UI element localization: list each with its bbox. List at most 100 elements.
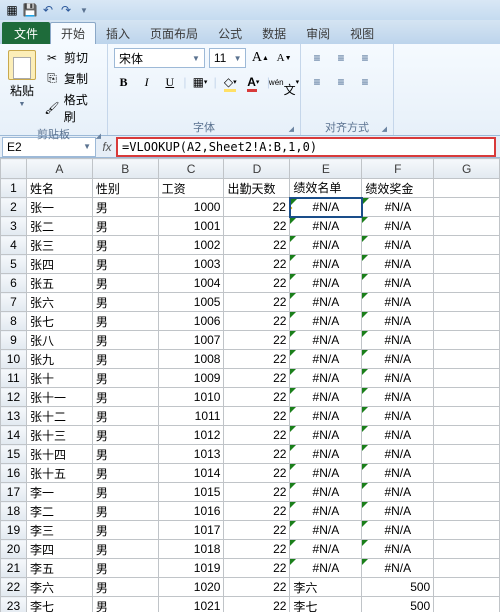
cell[interactable]: #N/A [362, 293, 434, 312]
cell[interactable]: 1001 [158, 217, 224, 236]
cell[interactable]: 男 [92, 445, 158, 464]
cell[interactable]: 男 [92, 255, 158, 274]
fill-color-button[interactable]: ◇▾ [221, 72, 240, 92]
cell[interactable]: #N/A [290, 293, 362, 312]
cell[interactable] [434, 236, 500, 255]
align-bottom-button[interactable]: ≡ [355, 48, 375, 68]
cell[interactable]: #N/A [290, 426, 362, 445]
font-size-select[interactable]: 11▼ [209, 48, 247, 68]
tab-2[interactable]: 页面布局 [140, 22, 208, 44]
cell[interactable]: #N/A [290, 312, 362, 331]
row-header[interactable]: 7 [1, 293, 27, 312]
cell[interactable]: #N/A [290, 407, 362, 426]
cell[interactable]: #N/A [290, 559, 362, 578]
cell[interactable]: 张八 [26, 331, 92, 350]
cell[interactable]: 22 [224, 502, 290, 521]
cell[interactable]: 1004 [158, 274, 224, 293]
cell[interactable]: 张三 [26, 236, 92, 255]
cell[interactable]: 22 [224, 483, 290, 502]
cell[interactable]: 张十 [26, 369, 92, 388]
underline-button[interactable]: U [160, 72, 179, 92]
cell[interactable]: 男 [92, 198, 158, 217]
align-right-button[interactable]: ≡ [355, 72, 375, 92]
row-header[interactable]: 15 [1, 445, 27, 464]
cell[interactable]: 1012 [158, 426, 224, 445]
undo-icon[interactable]: ↶ [40, 2, 56, 18]
row-header[interactable]: 4 [1, 236, 27, 255]
font-name-select[interactable]: 宋体▼ [114, 48, 205, 68]
row-header[interactable]: 1 [1, 179, 27, 198]
cell[interactable] [434, 312, 500, 331]
cell[interactable]: #N/A [362, 217, 434, 236]
font-color-button[interactable]: A▾ [244, 72, 263, 92]
cell[interactable] [434, 255, 500, 274]
cell[interactable] [434, 407, 500, 426]
header-cell[interactable]: 工资 [158, 179, 224, 198]
cell[interactable]: 1021 [158, 597, 224, 612]
worksheet-grid[interactable]: ABCDEFG 1姓名性别工资出勤天数绩效名单绩效奖金2张一男100022!#N… [0, 158, 500, 612]
cell[interactable]: #N/A [290, 521, 362, 540]
cell[interactable]: #N/A [290, 369, 362, 388]
cell[interactable]: 1008 [158, 350, 224, 369]
cell[interactable]: 张九 [26, 350, 92, 369]
copy-button[interactable]: ⎘复制 [42, 69, 101, 88]
fx-icon[interactable]: fx [98, 140, 116, 154]
row-header[interactable]: 2 [1, 198, 27, 217]
cell[interactable]: 1009 [158, 369, 224, 388]
cell[interactable]: 1018 [158, 540, 224, 559]
header-cell[interactable]: 绩效奖金 [362, 179, 434, 198]
cell[interactable]: 男 [92, 369, 158, 388]
cell[interactable]: #N/A [362, 236, 434, 255]
cell[interactable]: 男 [92, 559, 158, 578]
cell[interactable]: 李七 [290, 597, 362, 612]
cell[interactable]: 1007 [158, 331, 224, 350]
cell[interactable]: #N/A [362, 198, 434, 217]
cell[interactable]: 男 [92, 426, 158, 445]
grow-font-button[interactable]: A▲ [250, 48, 270, 68]
cell[interactable]: !#N/A [290, 198, 362, 217]
cell[interactable]: 500 [362, 578, 434, 597]
tab-6[interactable]: 视图 [340, 22, 384, 44]
cell[interactable]: 22 [224, 426, 290, 445]
cell[interactable]: #N/A [362, 502, 434, 521]
cell[interactable]: 张一 [26, 198, 92, 217]
cell[interactable]: 1002 [158, 236, 224, 255]
cell[interactable]: 张十二 [26, 407, 92, 426]
align-left-button[interactable]: ≡ [307, 72, 327, 92]
cut-button[interactable]: ✂剪切 [42, 48, 101, 67]
cell[interactable]: 22 [224, 217, 290, 236]
cell[interactable] [434, 179, 500, 198]
row-header[interactable]: 10 [1, 350, 27, 369]
cell[interactable]: 男 [92, 293, 158, 312]
cell[interactable]: 男 [92, 274, 158, 293]
cell[interactable]: 男 [92, 312, 158, 331]
cell[interactable]: #N/A [362, 426, 434, 445]
cell[interactable]: 李七 [26, 597, 92, 612]
cell[interactable] [434, 445, 500, 464]
cell[interactable]: #N/A [362, 464, 434, 483]
cell[interactable]: 男 [92, 540, 158, 559]
cell[interactable] [434, 540, 500, 559]
cell[interactable]: 1014 [158, 464, 224, 483]
cell[interactable]: #N/A [362, 388, 434, 407]
cell[interactable]: 张十三 [26, 426, 92, 445]
cell[interactable]: 男 [92, 483, 158, 502]
row-header[interactable]: 17 [1, 483, 27, 502]
cell[interactable]: #N/A [362, 274, 434, 293]
cell[interactable]: 22 [224, 407, 290, 426]
tab-5[interactable]: 审阅 [296, 22, 340, 44]
cell[interactable] [434, 293, 500, 312]
row-header[interactable]: 6 [1, 274, 27, 293]
cell[interactable]: 22 [224, 540, 290, 559]
cell[interactable] [434, 369, 500, 388]
cell[interactable]: 1017 [158, 521, 224, 540]
cell[interactable] [434, 521, 500, 540]
cell[interactable]: #N/A [362, 331, 434, 350]
cell[interactable]: 22 [224, 369, 290, 388]
cell[interactable]: 男 [92, 217, 158, 236]
cell[interactable]: 22 [224, 521, 290, 540]
cell[interactable]: 1006 [158, 312, 224, 331]
cell[interactable]: 李四 [26, 540, 92, 559]
cell[interactable]: 500 [362, 597, 434, 612]
cell[interactable]: #N/A [290, 217, 362, 236]
